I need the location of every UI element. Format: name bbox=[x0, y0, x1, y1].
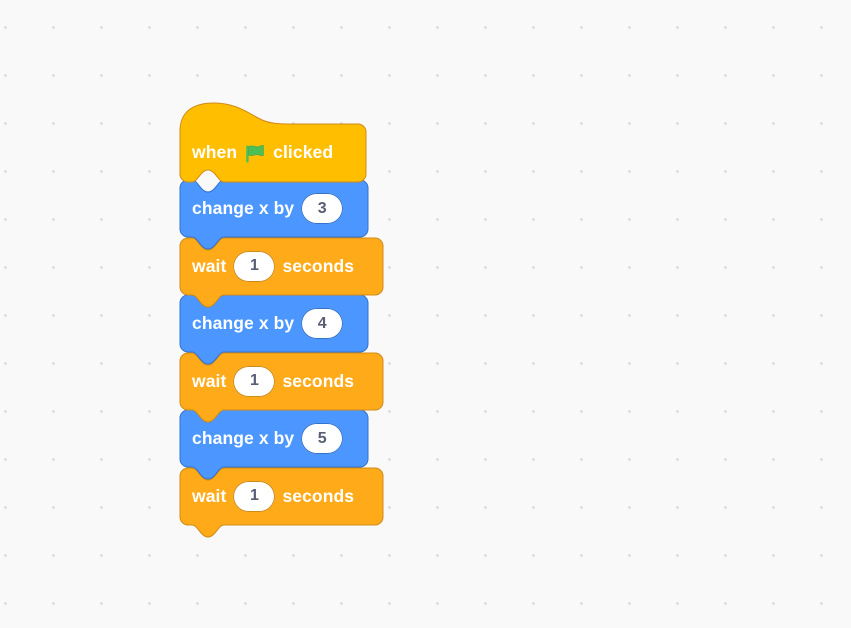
change-x-value-input[interactable]: 4 bbox=[301, 308, 344, 340]
change-x-value-input[interactable]: 3 bbox=[301, 193, 344, 225]
change-x-value-input[interactable]: 5 bbox=[301, 423, 344, 455]
wait-1-seconds-c-shape bbox=[179, 467, 384, 537]
wait-duration-input[interactable]: 1 bbox=[233, 480, 276, 512]
change-x-by-3-shape bbox=[179, 179, 369, 250]
wait-duration-input[interactable]: 1 bbox=[233, 365, 276, 397]
when-flag-clicked-shape bbox=[179, 102, 367, 183]
block-workspace-canvas[interactable]: when clicked change x by 3 wait 1 second… bbox=[0, 0, 851, 628]
wait-duration-input[interactable]: 1 bbox=[233, 250, 276, 282]
